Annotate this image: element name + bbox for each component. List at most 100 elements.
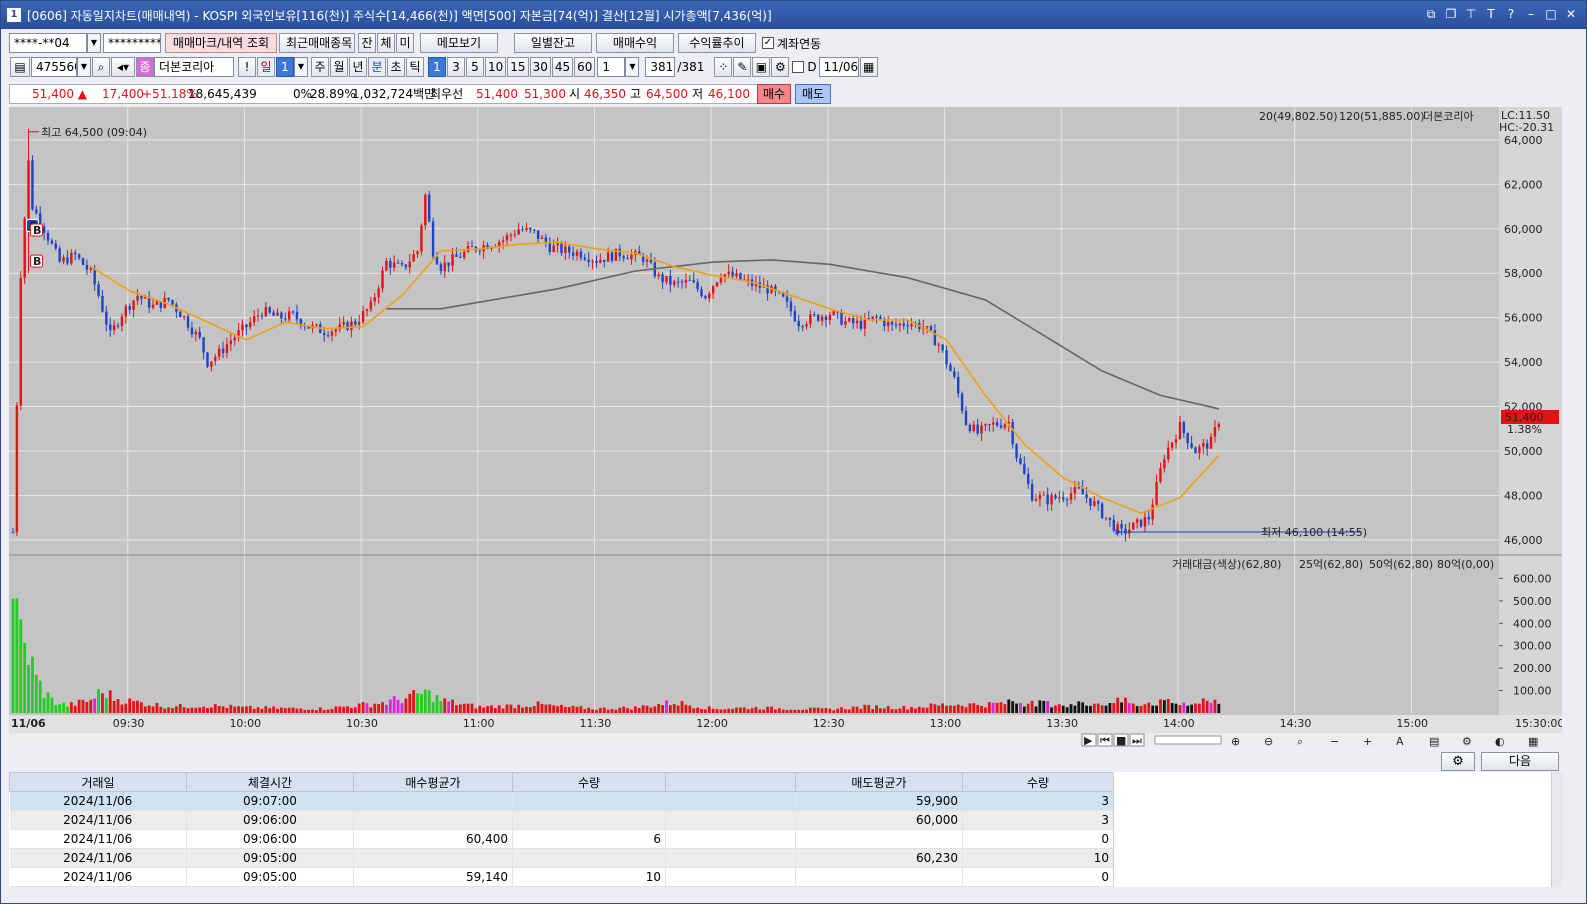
date-checkbox[interactable] bbox=[792, 61, 805, 73]
candle-body bbox=[890, 322, 894, 325]
period-minute-button[interactable]: 분 bbox=[368, 57, 386, 77]
table-row[interactable]: 2024/11/06 09:05:00 60,230 10 bbox=[9, 848, 1114, 868]
period-second-button[interactable]: 초 bbox=[387, 57, 405, 77]
candle-body bbox=[964, 410, 968, 425]
return-trend-button[interactable]: 수익률추이 bbox=[678, 33, 756, 53]
cell-time: 09:05:00 bbox=[186, 848, 354, 868]
volume-bar bbox=[914, 708, 917, 713]
candle-body bbox=[937, 344, 940, 346]
minute-30-button[interactable]: 30 bbox=[529, 57, 551, 77]
pin-icon[interactable]: ⊤ bbox=[1464, 6, 1478, 22]
tab-balance[interactable]: 잔 bbox=[358, 33, 376, 53]
bid-price: 51,300 bbox=[524, 87, 566, 101]
volume-bar bbox=[167, 707, 170, 713]
period-tick-button[interactable]: 틱 bbox=[406, 57, 424, 77]
copy-window-icon[interactable]: ❐ bbox=[1444, 6, 1458, 22]
minute-10-button[interactable]: 10 bbox=[485, 57, 507, 77]
minute-3-button[interactable]: 3 bbox=[447, 57, 465, 77]
candle-body bbox=[225, 344, 229, 353]
close-icon[interactable]: ✕ bbox=[1564, 6, 1578, 22]
candle-body bbox=[517, 229, 520, 235]
table-scrollbar[interactable] bbox=[1551, 772, 1563, 887]
gear-icon[interactable]: ⚙ bbox=[771, 57, 790, 77]
volume-bar bbox=[746, 709, 750, 713]
period-year-button[interactable]: 년 bbox=[349, 57, 367, 77]
table-row[interactable]: 2024/11/06 09:05:00 59,140 10 0 bbox=[9, 867, 1114, 887]
volume-bar bbox=[571, 705, 575, 713]
trade-profit-button[interactable]: 매매수익 bbox=[596, 33, 674, 53]
x-tick-label: 15:00 bbox=[1396, 717, 1428, 730]
draw-icon[interactable]: ✎ bbox=[733, 57, 752, 77]
table-settings-icon[interactable]: ⚙ bbox=[1441, 752, 1475, 771]
minute-60-button[interactable]: 60 bbox=[574, 57, 596, 77]
period-value-field[interactable]: 1 bbox=[276, 57, 294, 77]
code-dropdown-icon[interactable]: ▼ bbox=[77, 57, 91, 77]
candle-body bbox=[1073, 487, 1077, 494]
volume-bar bbox=[1201, 698, 1205, 713]
unit-field[interactable]: 1 bbox=[597, 57, 626, 77]
maximize-icon[interactable]: □ bbox=[1544, 6, 1558, 22]
candle-body bbox=[112, 325, 116, 331]
unit-dropdown-icon[interactable]: ▼ bbox=[625, 57, 640, 77]
tab-unexecuted[interactable]: 미 bbox=[396, 33, 414, 53]
volume-tick-label: 300.00 bbox=[1513, 640, 1552, 653]
stock-name-field[interactable]: 더본코리아 bbox=[154, 57, 234, 77]
recent-trades-button[interactable]: 최근매매종목 bbox=[279, 33, 355, 53]
period-week-button[interactable]: 주 bbox=[311, 57, 329, 77]
indicator-icon[interactable]: ⁘ bbox=[714, 57, 733, 77]
period-month-button[interactable]: 월 bbox=[330, 57, 348, 77]
memo-button[interactable]: 메모보기 bbox=[420, 33, 498, 53]
period-day-button[interactable]: 일 bbox=[257, 57, 275, 77]
volume-bar bbox=[1108, 703, 1112, 713]
candle-body bbox=[1170, 442, 1174, 448]
mark-query-button[interactable]: 매매마크/내역 조회 bbox=[165, 33, 277, 53]
volume-legend-50: 50억(62,80) bbox=[1369, 558, 1433, 571]
font-icon[interactable]: T bbox=[1484, 6, 1498, 22]
date-field[interactable]: 11/06 bbox=[818, 57, 859, 77]
header-exec-time[interactable]: 체결시간 bbox=[186, 772, 354, 792]
daily-balance-button[interactable]: 일별잔고 bbox=[514, 33, 592, 53]
link-window-icon[interactable]: ⧉ bbox=[1424, 6, 1438, 22]
minute-5-button[interactable]: 5 bbox=[466, 57, 484, 77]
minute-1-button[interactable]: 1 bbox=[428, 57, 446, 77]
minute-15-button[interactable]: 15 bbox=[507, 57, 529, 77]
header-sell-avg[interactable]: 매도평균가 bbox=[795, 772, 963, 792]
table-row[interactable]: 2024/11/06 09:06:00 60,400 6 0 bbox=[9, 829, 1114, 849]
alert-icon[interactable]: ! bbox=[238, 57, 256, 77]
account-link-checkbox[interactable]: ✓ bbox=[762, 37, 774, 49]
next-button[interactable]: 다음 bbox=[1481, 752, 1559, 771]
volume-bar bbox=[805, 709, 808, 713]
help-icon[interactable]: ? bbox=[1504, 6, 1518, 22]
sell-button[interactable]: 매도 bbox=[795, 84, 831, 104]
minute-45-button[interactable]: 45 bbox=[551, 57, 574, 77]
speaker-icon[interactable]: ◂▾ bbox=[111, 57, 135, 77]
calendar-icon[interactable]: ▦ bbox=[859, 57, 878, 77]
account-field[interactable]: ****-**04 bbox=[9, 33, 87, 53]
tab-executed[interactable]: 체 bbox=[377, 33, 395, 53]
table-row[interactable]: 2024/11/06 09:07:00 59,900 3 bbox=[9, 791, 1114, 811]
candle-body bbox=[1190, 443, 1193, 448]
minimize-icon[interactable]: – bbox=[1524, 6, 1538, 22]
buy-button[interactable]: 매수 bbox=[757, 84, 791, 104]
account-dropdown-icon[interactable]: ▼ bbox=[87, 33, 101, 53]
code-search-icon[interactable]: ▤ bbox=[10, 57, 30, 77]
save-icon[interactable]: ▣ bbox=[752, 57, 771, 77]
count-field[interactable]: 381 bbox=[645, 57, 676, 77]
stock-code-field[interactable]: 475560 bbox=[31, 57, 77, 77]
header-sell-qty[interactable]: 수량 bbox=[962, 772, 1114, 792]
volume-bar bbox=[1065, 707, 1069, 713]
volume-bar bbox=[486, 706, 489, 713]
volume-bar bbox=[773, 709, 777, 713]
table-row[interactable]: 2024/11/06 09:06:00 60,000 3 bbox=[9, 810, 1114, 830]
candle-body bbox=[369, 301, 373, 310]
period-dropdown-icon[interactable]: ▼ bbox=[294, 57, 308, 77]
price-chart[interactable]: SBB 64,00062,00060,00058,00056,00054,000… bbox=[9, 107, 1562, 747]
header-trade-date[interactable]: 거래일 bbox=[9, 772, 187, 792]
password-field[interactable]: ********* bbox=[103, 33, 161, 53]
volume-bar bbox=[606, 709, 610, 713]
toolbar-row-1: ****-**04 ▼ ********* 매매마크/내역 조회 최근매매종목 … bbox=[9, 32, 821, 54]
header-buy-avg[interactable]: 매수평균가 bbox=[353, 772, 513, 792]
header-buy-qty[interactable]: 수량 bbox=[512, 772, 666, 792]
chart-canvas[interactable]: SBB 64,00062,00060,00058,00056,00054,000… bbox=[9, 107, 1562, 747]
search-icon[interactable]: ⌕ bbox=[92, 57, 110, 77]
